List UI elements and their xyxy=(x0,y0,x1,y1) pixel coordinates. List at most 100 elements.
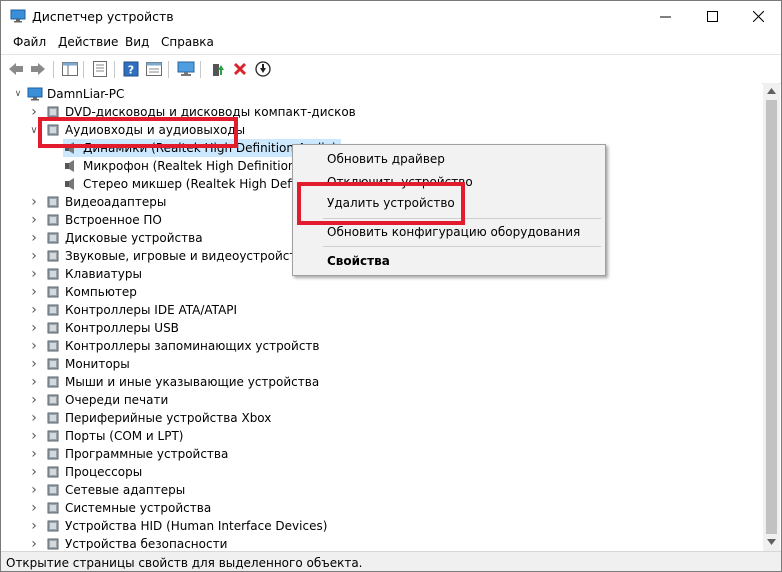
help-button[interactable]: ? xyxy=(122,60,140,78)
tree-category-label: Порты (COM и LPT) xyxy=(65,429,184,443)
system-device-icon xyxy=(47,502,59,514)
usb-controller-icon xyxy=(47,322,59,334)
red-x-icon xyxy=(233,62,247,76)
expand-chevron-icon[interactable]: › xyxy=(29,481,39,499)
tree-category-row[interactable]: › Очереди печати xyxy=(29,391,168,409)
expand-chevron-icon[interactable]: › xyxy=(29,463,39,481)
tree-category-row[interactable]: › Устройства безопасности xyxy=(29,535,227,551)
expand-chevron-icon[interactable]: › xyxy=(29,265,39,283)
audio-endpoint-icon xyxy=(65,160,74,172)
expand-chevron-icon[interactable]: › xyxy=(29,301,39,319)
security-device-icon xyxy=(47,538,59,550)
properties-icon xyxy=(93,61,107,77)
minimize-button[interactable] xyxy=(642,1,688,32)
network-adapter-icon xyxy=(47,484,59,496)
tree-root-label: DamnLiar-PC xyxy=(47,87,125,101)
menu-view[interactable]: Вид xyxy=(125,35,149,49)
tree-category-row[interactable]: › Видеоадаптеры xyxy=(29,193,166,211)
tree-category-row[interactable]: › Клавиатуры xyxy=(29,265,142,283)
expand-chevron-icon[interactable]: › xyxy=(29,229,39,247)
tree-category-label: Клавиатуры xyxy=(65,267,142,281)
expand-chevron-icon[interactable]: › xyxy=(29,499,39,517)
tree-category-row[interactable]: › Мониторы xyxy=(29,355,130,373)
view-button[interactable] xyxy=(145,60,163,78)
tree-category-row[interactable]: › Встроенное ПО xyxy=(29,211,162,229)
processor-icon xyxy=(47,466,59,478)
tree-category-row[interactable]: › Дисковые устройства xyxy=(29,229,202,247)
vertical-scrollbar[interactable] xyxy=(763,83,780,551)
uninstall-highlight-box xyxy=(297,182,465,225)
properties-button[interactable] xyxy=(91,60,109,78)
uninstall-device-button[interactable] xyxy=(231,60,249,78)
scrollbar-thumb[interactable] xyxy=(766,100,777,534)
context-scan-hardware[interactable]: Обновить конфигурацию оборудования xyxy=(327,225,580,239)
expand-chevron-icon[interactable]: › xyxy=(29,445,39,463)
keyboard-icon xyxy=(47,268,59,280)
close-icon xyxy=(752,11,764,22)
audio-category-highlight-box xyxy=(38,117,238,148)
expand-chevron-icon[interactable]: › xyxy=(29,427,39,445)
mouse-icon xyxy=(47,376,59,388)
help-icon: ? xyxy=(123,61,139,77)
toolbar-separator xyxy=(53,61,54,78)
toolbar-separator xyxy=(83,61,84,78)
expand-chevron-icon[interactable]: › xyxy=(29,283,39,301)
expand-chevron-icon[interactable]: › xyxy=(29,517,39,535)
toolbar-separator xyxy=(114,61,115,78)
tree-category-row[interactable]: › Периферийные устройства Xbox xyxy=(29,409,271,427)
tree-category-label: Периферийные устройства Xbox xyxy=(65,411,272,425)
close-button[interactable] xyxy=(735,1,781,32)
toolbar-separator xyxy=(200,61,201,78)
forward-button[interactable] xyxy=(29,60,47,78)
tree-category-label: Программные устройства xyxy=(65,447,229,461)
title-bar[interactable]: Диспетчер устройств xyxy=(1,1,781,32)
expand-chevron-icon[interactable]: › xyxy=(29,535,39,551)
tree-category-row[interactable]: › Системные устройства xyxy=(29,499,211,517)
expand-chevron-icon[interactable]: › xyxy=(29,355,39,373)
tree-category-label: Устройства HID (Human Interface Devices) xyxy=(65,519,328,533)
menu-action[interactable]: Действие xyxy=(58,35,118,49)
enable-device-button[interactable] xyxy=(254,60,272,78)
tree-category-row[interactable]: › Звуковые, игровые и видеоустройства xyxy=(29,247,311,265)
expand-chevron-icon[interactable]: › xyxy=(29,409,39,427)
menu-help[interactable]: Справка xyxy=(161,35,214,49)
tree-category-row[interactable]: › Порты (COM и LPT) xyxy=(29,427,183,445)
expand-chevron-icon[interactable]: › xyxy=(29,337,39,355)
xbox-peripheral-icon xyxy=(47,412,59,424)
tree-category-row[interactable]: › Контроллеры IDE ATA/ATAPI xyxy=(29,301,237,319)
tree-category-row[interactable]: › Контроллеры запоминающих устройств xyxy=(29,337,319,355)
back-button[interactable] xyxy=(7,60,25,78)
tree-category-row[interactable]: › Мыши и иные указывающие устройства xyxy=(29,373,319,391)
status-bar: Открытие страницы свойств для выделенног… xyxy=(1,551,781,571)
expand-chevron-icon[interactable]: › xyxy=(29,373,39,391)
show-hide-tree-button[interactable] xyxy=(61,60,79,78)
tree-root[interactable]: ∨ DamnLiar-PC xyxy=(13,85,125,103)
tree-category-row[interactable]: › Устройства HID (Human Interface Devices… xyxy=(29,517,327,535)
tree-category-row[interactable]: › Сетевые адаптеры xyxy=(29,481,185,499)
expand-chevron-icon[interactable]: › xyxy=(29,319,39,337)
context-update-driver[interactable]: Обновить драйвер xyxy=(327,152,445,166)
monitor-scan-icon xyxy=(177,61,195,76)
scroll-up-icon[interactable] xyxy=(767,88,776,94)
port-icon xyxy=(47,430,59,442)
tree-category-row[interactable]: › Процессоры xyxy=(29,463,142,481)
menu-file[interactable]: Файл xyxy=(13,35,46,49)
tree-category-label: Встроенное ПО xyxy=(65,213,162,227)
hid-device-icon xyxy=(47,520,59,532)
update-driver-button[interactable] xyxy=(208,60,226,78)
tree-category-row[interactable]: › Контроллеры USB xyxy=(29,319,179,337)
monitor-icon xyxy=(47,358,59,370)
expand-chevron-icon[interactable]: › xyxy=(29,193,39,211)
scan-hardware-button[interactable] xyxy=(177,60,195,78)
tree-category-row[interactable]: › Компьютер xyxy=(29,283,137,301)
maximize-button[interactable] xyxy=(689,1,735,32)
expand-chevron-icon[interactable]: › xyxy=(29,391,39,409)
tree-category-row[interactable]: › Программные устройства xyxy=(29,445,228,463)
tree-category-label: Компьютер xyxy=(65,285,137,299)
expand-chevron-icon[interactable]: › xyxy=(29,211,39,229)
collapse-chevron-icon[interactable]: ∨ xyxy=(13,85,23,103)
scroll-down-icon[interactable] xyxy=(767,539,776,545)
device-manager-app-icon xyxy=(10,9,26,23)
context-properties[interactable]: Свойства xyxy=(327,254,390,268)
expand-chevron-icon[interactable]: › xyxy=(29,247,39,265)
